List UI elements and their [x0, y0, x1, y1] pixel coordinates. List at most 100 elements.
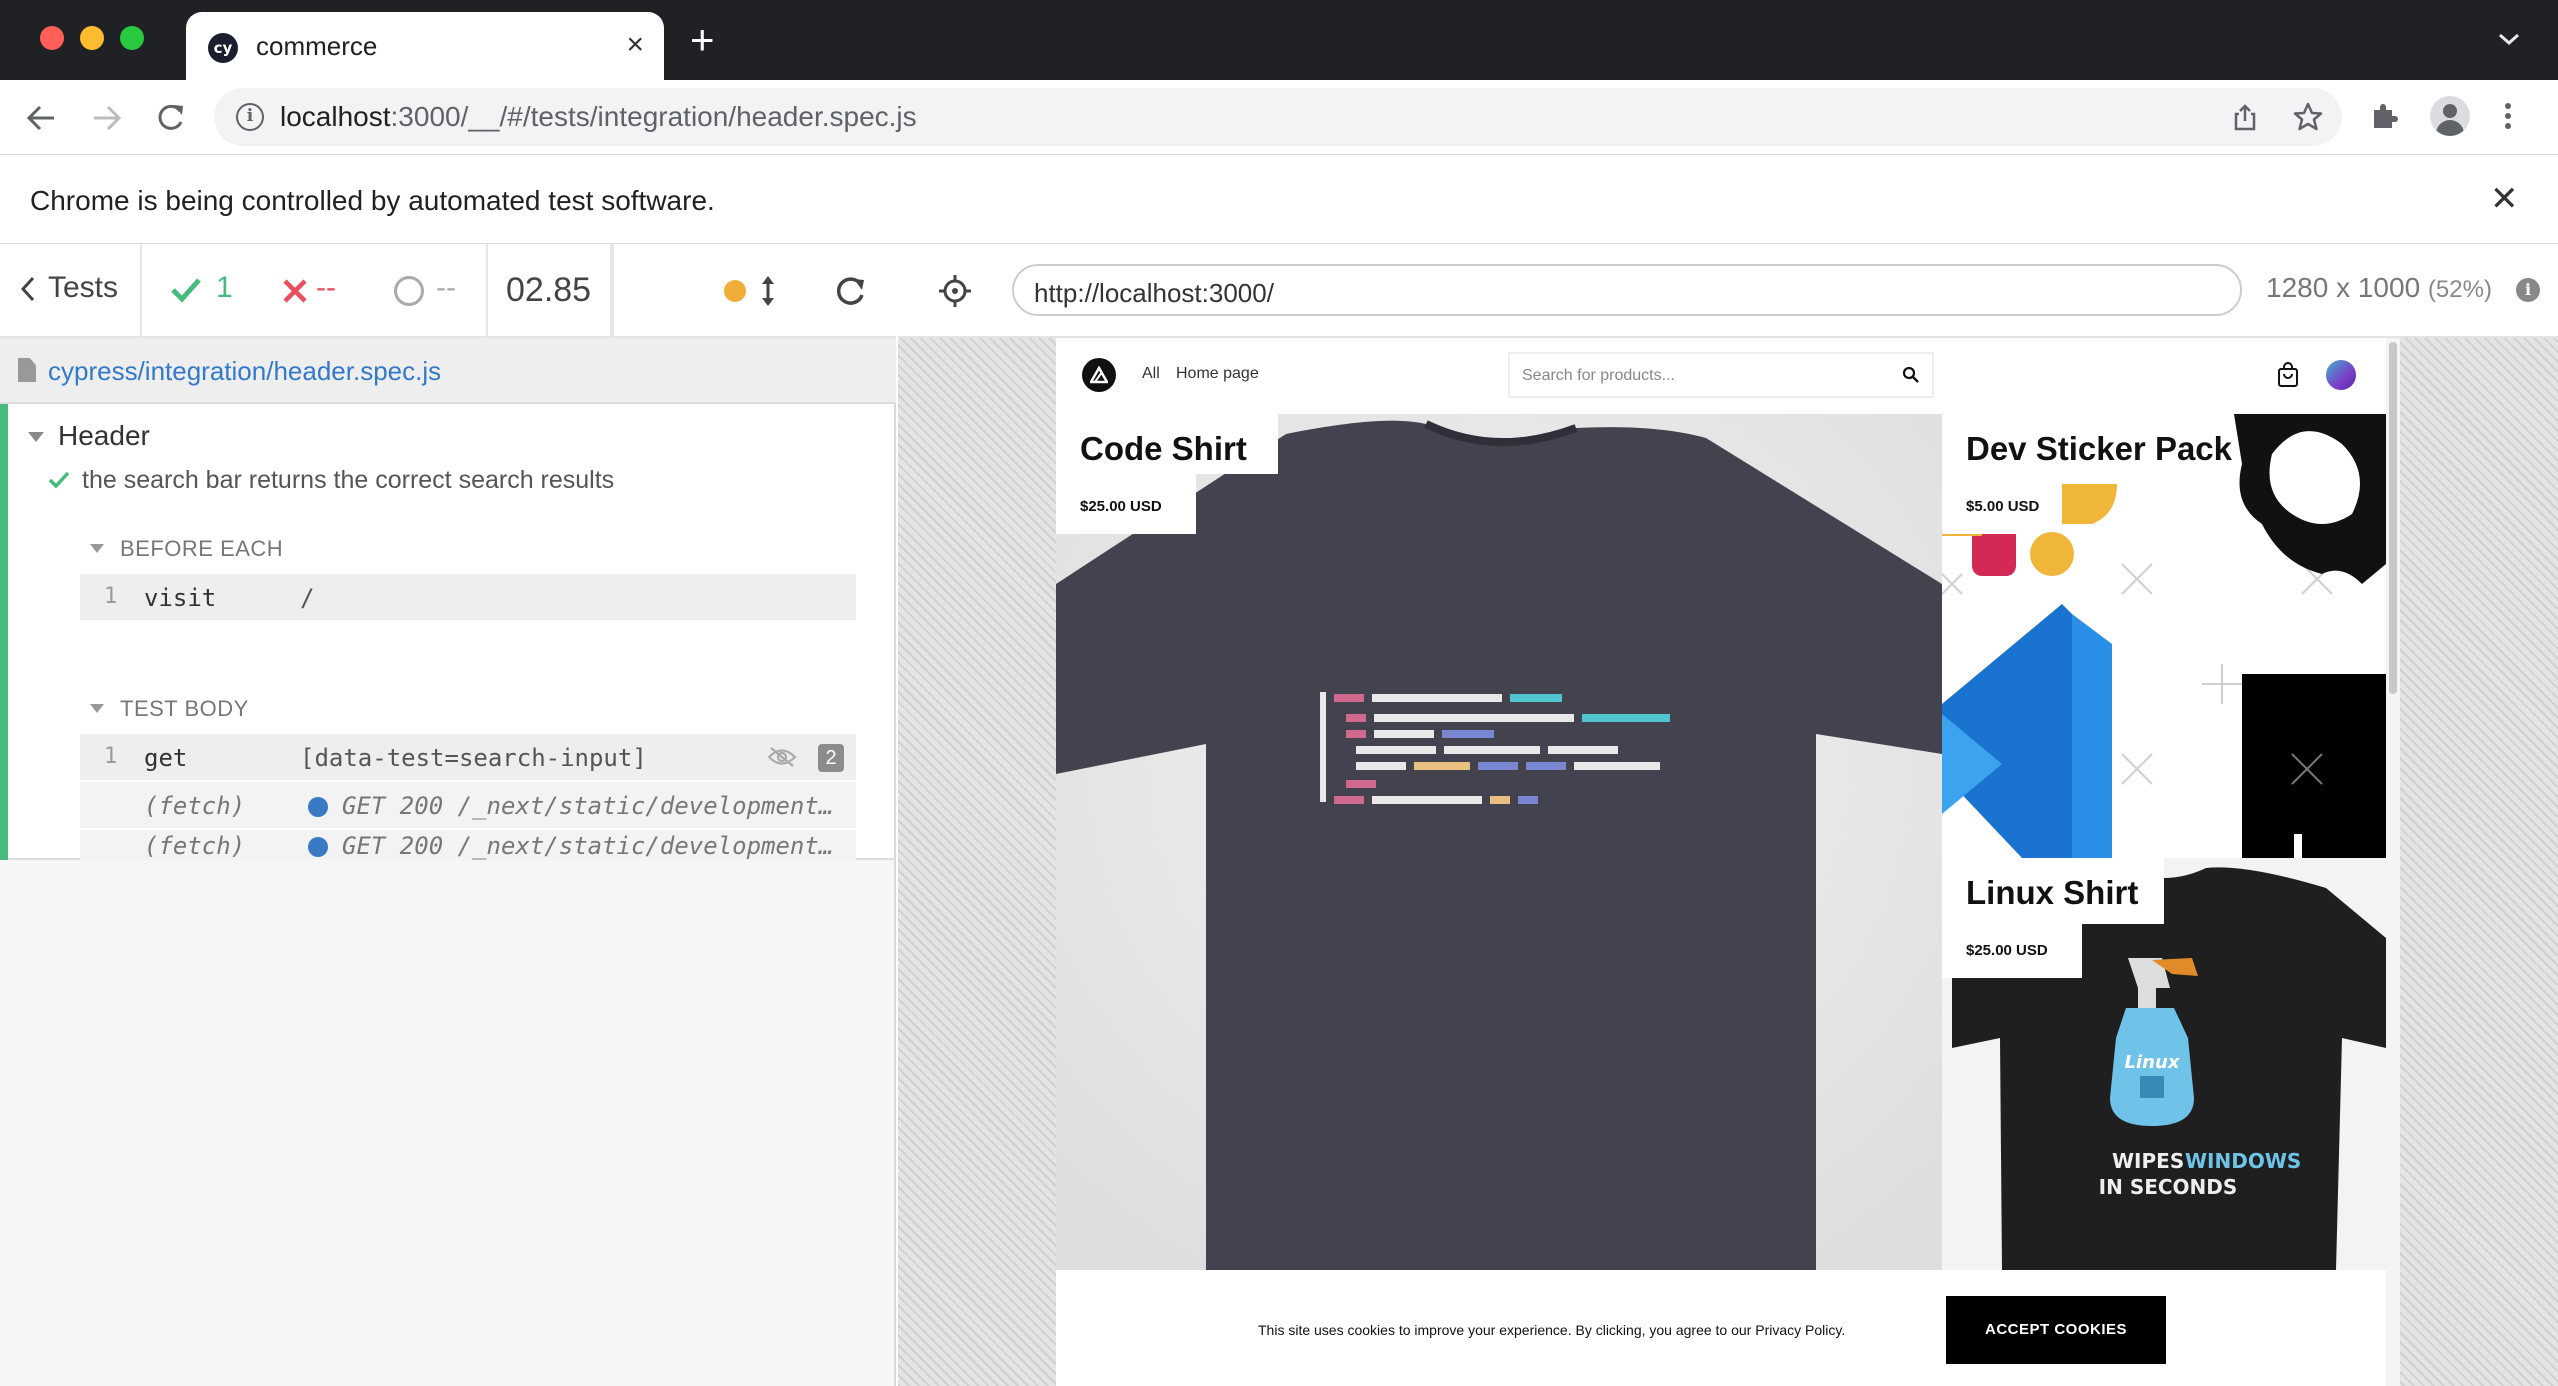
duration-value: 02.85 — [506, 271, 592, 309]
viewport-size: 1280 x 1000 (52%) — [2266, 272, 2492, 304]
app-navbar: All Home page Search for products... — [1056, 338, 2386, 414]
minimize-window-button[interactable] — [80, 26, 104, 50]
product-grid: Code Shirt $25.00 USD Dev Sticker Pack $… — [1056, 414, 2386, 1270]
aut-header-bar: http://localhost:3000/ 1280 x 1000 (52%)… — [898, 244, 2558, 338]
nav-link-home-page[interactable]: Home page — [1176, 365, 1259, 383]
address-bar[interactable]: i localhost:3000/__/#/tests/integration/… — [214, 88, 2342, 146]
tests-label: Tests — [48, 271, 119, 304]
product-title: Linux Shirt — [1966, 874, 2139, 911]
command-message: GET 200 /_next/static/development… — [342, 792, 834, 820]
command-name: get — [144, 744, 188, 772]
caret-down-icon[interactable] — [28, 432, 44, 442]
pending-circle-icon — [394, 276, 424, 306]
product-card-code-shirt[interactable]: Code Shirt $25.00 USD — [1056, 414, 1942, 1270]
product-card-dev-sticker-pack[interactable]: Dev Sticker Pack $5.00 USD — [1942, 414, 2386, 858]
test-counts: 1 -- -- — [142, 244, 486, 338]
failed-x-icon — [283, 279, 307, 303]
tab-close-icon[interactable]: × — [626, 28, 644, 62]
aut-url-field[interactable]: http://localhost:3000/ — [1012, 264, 2242, 316]
command-message: / — [300, 584, 315, 612]
kebab-menu-icon[interactable] — [2500, 100, 2516, 132]
accept-cookies-button[interactable]: ACCEPT COOKIES — [1946, 1296, 2166, 1364]
product-price: $5.00 USD — [1966, 498, 2040, 515]
search-icon[interactable] — [1902, 366, 1920, 384]
infobar-close-icon[interactable]: ✕ — [2490, 181, 2519, 217]
spec-path-link[interactable]: cypress/integration/header.spec.js — [48, 356, 441, 387]
viewport-info-icon[interactable]: i — [2516, 278, 2540, 302]
new-tab-icon[interactable]: + — [690, 19, 715, 61]
shopping-bag-icon[interactable] — [2276, 362, 2300, 388]
element-count-badge: 2 — [818, 744, 844, 772]
code-shirt-image — [1056, 414, 1942, 1270]
forward-arrow-icon[interactable] — [86, 98, 126, 138]
browser-toolbar: i localhost:3000/__/#/tests/integration/… — [0, 80, 2558, 154]
browser-tab[interactable]: cy commerce × — [186, 12, 664, 80]
caret-down-icon[interactable] — [90, 544, 104, 553]
maximize-window-button[interactable] — [120, 26, 144, 50]
cookie-message: This site uses cookies to improve your e… — [1258, 1322, 1846, 1338]
search-placeholder: Search for products... — [1522, 367, 1675, 384]
site-info-icon[interactable]: i — [236, 103, 264, 131]
test-title[interactable]: the search bar returns the correct searc… — [82, 466, 614, 495]
selector-playground-crosshair-icon[interactable] — [938, 274, 972, 308]
cookie-banner: This site uses cookies to improve your e… — [1056, 1270, 2386, 1386]
request-status-dot — [308, 837, 328, 857]
passed-check-icon — [171, 278, 201, 303]
command-row[interactable]: 1 visit / — [80, 574, 856, 620]
caret-down-icon[interactable] — [90, 704, 104, 713]
browser-tab-strip: cy commerce × + — [0, 0, 2558, 80]
chevron-down-icon[interactable] — [2496, 30, 2522, 48]
product-price: $25.00 USD — [1966, 942, 2048, 959]
share-icon[interactable] — [2230, 102, 2260, 132]
url-host: localhost — [280, 101, 391, 132]
pass-indicator-stripe — [0, 404, 8, 860]
command-row[interactable]: 1 get [data-test=search-input] 2 — [80, 734, 856, 780]
app-scrollbar-thumb[interactable] — [2389, 342, 2397, 694]
product-title: Code Shirt — [1080, 430, 1247, 467]
cypress-favicon-icon: cy — [208, 33, 238, 63]
suite-title[interactable]: Header — [58, 420, 150, 452]
command-message: [data-test=search-input] — [300, 744, 647, 772]
cypress-reporter: Tests 1 -- -- 02.85 cypress/integration/… — [0, 244, 896, 1386]
reload-icon[interactable] — [150, 98, 190, 138]
profile-avatar-icon[interactable] — [2430, 96, 2470, 136]
command-row[interactable]: (fetch) GET 200 /_next/static/developmen… — [80, 830, 856, 860]
reporter-stats-bar: Tests 1 -- -- 02.85 — [0, 244, 896, 338]
product-card-linux-shirt[interactable]: Linux WIPES WINDOWS IN SECONDS Linux Shi… — [1942, 858, 2386, 1270]
linux-print-text: Linux — [2125, 1052, 2181, 1073]
product-title: Dev Sticker Pack — [1966, 430, 2233, 467]
command-row[interactable]: (fetch) GET 200 /_next/static/developmen… — [80, 782, 856, 828]
spec-file-header: cypress/integration/header.spec.js — [0, 338, 896, 404]
nav-link-all[interactable]: All — [1142, 365, 1160, 383]
in-seconds-print-text: IN SECONDS — [2099, 1175, 2238, 1199]
back-arrow-icon[interactable] — [22, 98, 62, 138]
bookmark-star-icon[interactable] — [2292, 101, 2324, 133]
user-avatar[interactable] — [2326, 360, 2356, 390]
auto-scroll-toggle-icon[interactable] — [760, 274, 776, 308]
request-status-dot — [308, 797, 328, 817]
extensions-puzzle-icon[interactable] — [2368, 100, 2400, 132]
search-input[interactable]: Search for products... — [1508, 352, 1934, 398]
test-body-hook-title[interactable]: TEST BODY — [120, 696, 249, 722]
test-passed-check-icon — [48, 471, 70, 489]
viewport-dimensions: 1280 x 1000 — [2266, 272, 2421, 303]
wipes-print-text: WIPES — [2112, 1149, 2184, 1173]
command-name: (fetch) — [144, 832, 246, 860]
close-window-button[interactable] — [40, 26, 64, 50]
command-name: visit — [144, 584, 217, 612]
pending-count: -- — [436, 271, 456, 304]
rerun-icon[interactable] — [834, 274, 868, 308]
tab-title: commerce — [256, 31, 378, 61]
url-path: :3000/__/#/tests/integration/header.spec… — [390, 101, 917, 132]
chevron-left-icon — [20, 276, 35, 302]
passed-count: 1 — [216, 271, 233, 304]
before-each-hook-title[interactable]: BEFORE EACH — [120, 536, 283, 562]
store-logo-icon[interactable] — [1082, 358, 1116, 392]
hidden-eye-icon — [767, 747, 797, 767]
aut-url-text: http://localhost:3000/ — [1034, 278, 1274, 308]
command-number: 1 — [104, 744, 118, 769]
tests-back-button[interactable]: Tests — [0, 244, 142, 338]
app-scrollbar[interactable] — [2386, 338, 2400, 1386]
viewport-scale: (52%) — [2427, 276, 2492, 303]
address-url: localhost:3000/__/#/tests/integration/he… — [280, 101, 917, 133]
